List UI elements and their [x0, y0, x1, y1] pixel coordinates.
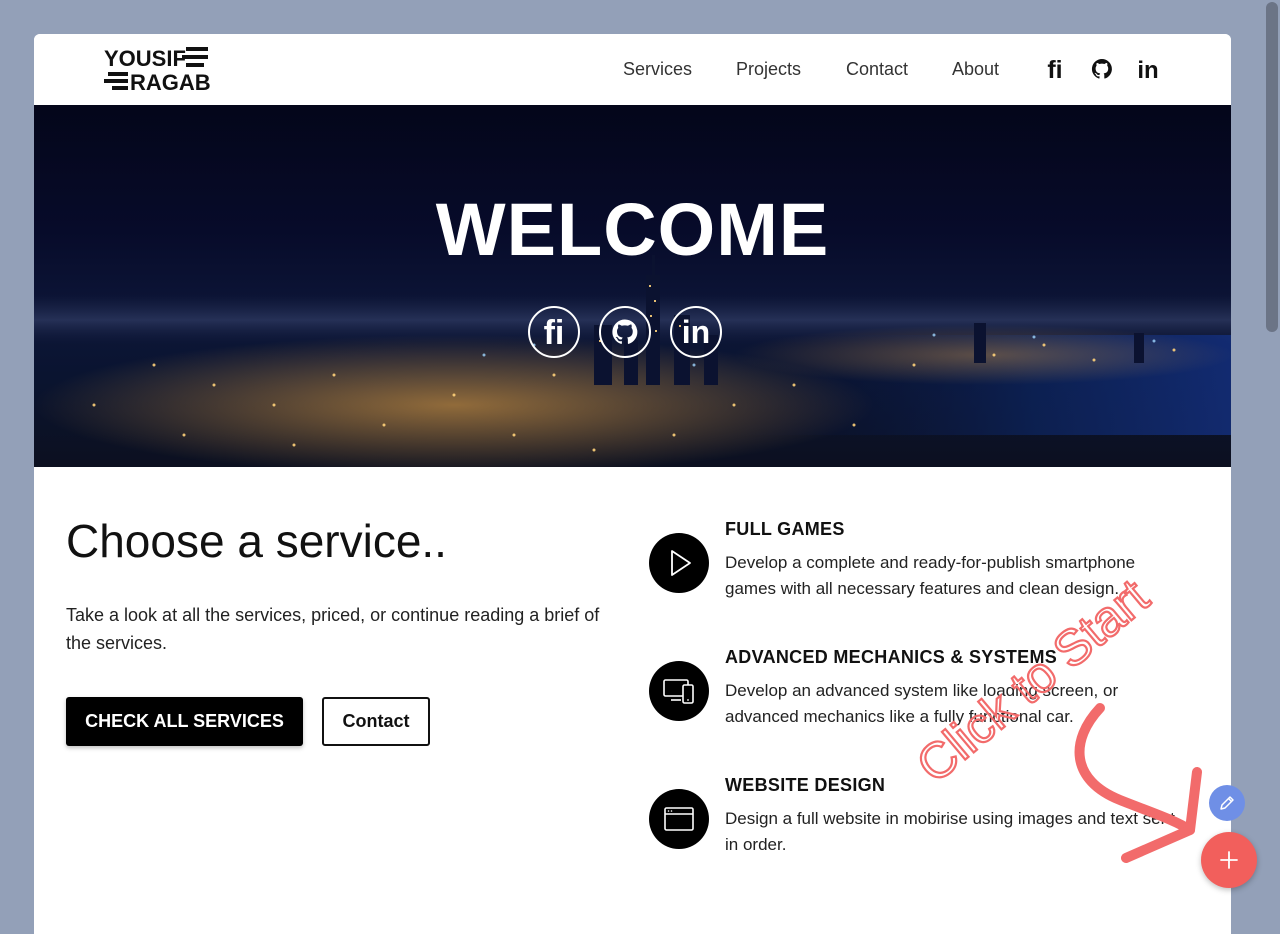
add-block-button[interactable]: [1201, 832, 1257, 888]
plus-icon: [1220, 851, 1238, 869]
city-night-image: [34, 255, 1231, 467]
feature-title-full-games: FULL GAMES: [725, 519, 845, 539]
check-all-services-button[interactable]: CHECK ALL SERVICES: [66, 697, 303, 746]
svg-text:fi: fi: [1047, 56, 1062, 82]
brand-line-1: YOUSIF: [104, 46, 186, 71]
fiverr-icon[interactable]: fi: [1042, 56, 1068, 82]
hero-banner: WELCOME fi in: [34, 105, 1231, 467]
contact-button[interactable]: Contact: [322, 697, 430, 746]
nav-link-services[interactable]: Services: [623, 59, 692, 80]
svg-text:fi: fi: [544, 314, 565, 350]
feature-desc-advanced-mechanics: Develop an advanced system like loading …: [725, 681, 1119, 726]
pencil-icon: [1220, 796, 1234, 810]
feature-title-website-design: WEBSITE DESIGN: [725, 775, 886, 795]
services-description: Take a look at all the services, priced,…: [66, 605, 600, 653]
scrollbar-thumb[interactable]: [1266, 2, 1278, 332]
nav-link-projects[interactable]: Projects: [736, 59, 801, 80]
svg-text:in: in: [682, 314, 710, 350]
services-heading: Choose a service..: [66, 515, 447, 567]
navbar: YOUSIF RAGAB Services Projects Contact A…: [34, 34, 1231, 105]
nav-link-about[interactable]: About: [952, 59, 999, 80]
fiverr-icon[interactable]: fi: [528, 306, 580, 358]
svg-text:in: in: [1137, 57, 1158, 82]
linkedin-icon[interactable]: in: [670, 306, 722, 358]
github-icon[interactable]: [599, 306, 651, 358]
feature-desc-website-design: Design a full website in mobirise using …: [725, 809, 1175, 854]
nav-link-contact[interactable]: Contact: [846, 59, 908, 80]
devices-icon: [649, 661, 709, 721]
linkedin-icon[interactable]: in: [1135, 56, 1161, 82]
brand-line-2: RAGAB: [130, 70, 211, 94]
site-page: YOUSIF RAGAB Services Projects Contact A…: [34, 34, 1231, 934]
browser-window-icon: [649, 789, 709, 849]
brand-logo[interactable]: YOUSIF RAGAB: [104, 44, 214, 95]
feature-desc-full-games: Develop a complete and ready-for-publish…: [725, 553, 1136, 598]
play-icon: [649, 533, 709, 593]
page-scrollbar[interactable]: [1264, 0, 1280, 911]
feature-title-advanced-mechanics: ADVANCED MECHANICS & SYSTEMS: [725, 647, 1058, 667]
hero-title: WELCOME: [435, 188, 830, 271]
edit-button[interactable]: [1209, 785, 1245, 821]
github-icon[interactable]: [1089, 56, 1115, 82]
